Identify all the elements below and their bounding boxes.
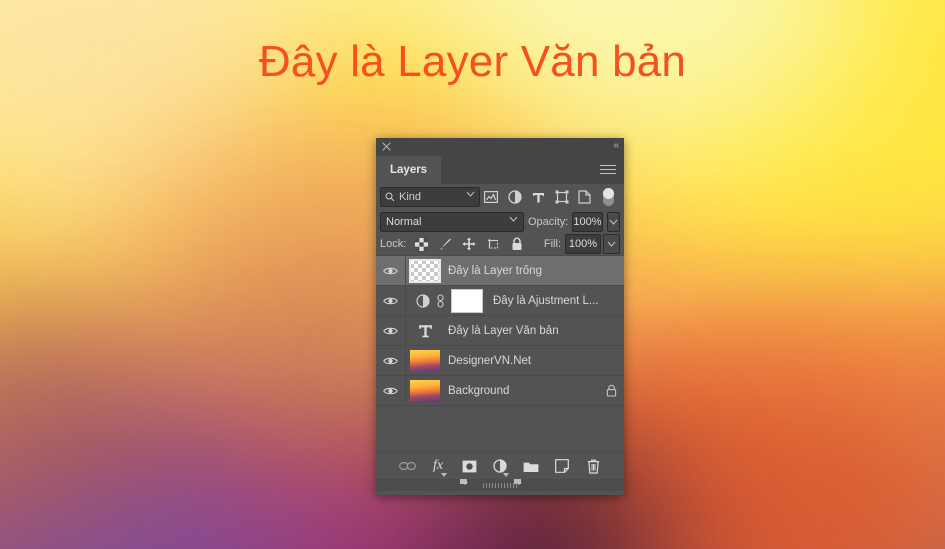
lock-transparent-pixels-icon[interactable] <box>410 234 432 254</box>
type-layer-T-icon <box>418 325 432 338</box>
table-row[interactable]: DesignerVN.Net <box>376 346 624 376</box>
lock-position-move-icon[interactable] <box>458 234 480 254</box>
fill-stepper[interactable] <box>603 234 620 254</box>
layer-name[interactable]: Background <box>444 385 598 397</box>
layer-visibility-eye-icon[interactable] <box>376 346 406 375</box>
layer-locked-padlock-icon <box>598 384 624 397</box>
chevron-down-icon <box>503 473 509 477</box>
layer-name[interactable]: DesignerVN.Net <box>444 355 598 367</box>
layer-thumbnail-wrap[interactable] <box>406 258 444 283</box>
layer-thumbnail-wrap[interactable] <box>406 349 444 372</box>
delete-layer-trash-icon[interactable] <box>584 456 602 476</box>
opacity-label: Opacity: <box>528 215 569 228</box>
chevron-down-icon <box>509 216 518 222</box>
layer-visibility-eye-icon[interactable] <box>376 376 406 405</box>
collapse-double-chevron-icon[interactable]: « <box>613 140 618 151</box>
layer-visibility-eye-icon[interactable] <box>376 286 406 315</box>
blend-mode-row: Normal Opacity: 100% <box>376 210 624 233</box>
lock-all-padlock-icon[interactable] <box>506 234 528 254</box>
close-icon[interactable] <box>381 141 392 152</box>
canvas-title-text: Đây là Layer Văn bản <box>258 37 687 86</box>
layer-style-fx-label: fx <box>432 458 444 473</box>
panel-bottom-toolbar: fx <box>376 452 624 479</box>
lock-label: Lock: <box>380 238 407 250</box>
chevron-down-icon <box>466 191 475 197</box>
layers-panel: « Layers Kind Normal Opacity: 100% Lock:… <box>376 138 624 495</box>
layer-name[interactable]: Đây là Layer trống <box>444 265 598 277</box>
link-layers-icon[interactable] <box>398 456 416 476</box>
new-group-folder-icon[interactable] <box>522 456 540 476</box>
adjustment-layer-icons <box>406 288 483 313</box>
filter-enable-toggle[interactable] <box>597 186 620 208</box>
table-row[interactable]: Background <box>376 376 624 406</box>
new-layer-icon[interactable] <box>553 456 571 476</box>
mask-link-chain-icon[interactable] <box>436 293 445 308</box>
filter-shape-layers-icon[interactable] <box>550 186 573 208</box>
filter-smart-object-icon[interactable] <box>573 186 596 208</box>
panel-tab-row: Layers <box>376 156 624 184</box>
opacity-stepper[interactable] <box>606 211 620 232</box>
fill-input[interactable]: 100% <box>565 234 601 254</box>
panel-resize-grip[interactable] <box>483 483 517 488</box>
layer-style-fx-icon[interactable]: fx <box>429 456 447 477</box>
table-row[interactable]: Đây là Ajustment L... <box>376 286 624 316</box>
magnifier-icon <box>385 192 395 202</box>
adjustment-halfcircle-icon[interactable] <box>416 293 430 308</box>
layer-mask-thumbnail[interactable] <box>451 288 483 313</box>
lock-artboard-nesting-icon[interactable] <box>482 234 504 254</box>
lock-row: Lock: Fill: 100% <box>376 233 624 255</box>
filter-type-layers-icon[interactable] <box>526 186 549 208</box>
layer-thumbnail-photo <box>410 349 440 372</box>
panel-footer <box>376 479 624 491</box>
filter-kind-select[interactable]: Kind <box>380 187 480 207</box>
layer-name[interactable]: Đây là Ajustment L... <box>483 295 598 307</box>
chevron-down-icon <box>441 473 447 477</box>
table-row[interactable]: Đây là Layer trống <box>376 256 624 286</box>
filter-adjustment-layers-icon[interactable] <box>503 186 526 208</box>
layer-visibility-eye-icon[interactable] <box>376 316 406 345</box>
chevron-down-icon <box>609 219 618 225</box>
panel-menu-hamburger-icon[interactable] <box>600 165 616 175</box>
panel-titlebar: « <box>376 138 624 156</box>
table-row[interactable]: Đây là Layer Văn bản <box>376 316 624 346</box>
layer-thumbnail-photo <box>410 379 440 402</box>
layer-thumbnail-checker <box>409 258 441 283</box>
new-adjustment-layer-icon[interactable] <box>491 456 509 477</box>
tab-stop-marker <box>460 479 468 485</box>
filter-pixel-layers-icon[interactable] <box>480 186 503 208</box>
opacity-value: 100% <box>573 215 602 228</box>
chevron-down-icon <box>607 241 616 247</box>
fill-label: Fill: <box>543 238 561 250</box>
filter-row: Kind <box>376 184 624 210</box>
lock-image-pixels-brush-icon[interactable] <box>434 234 456 254</box>
layer-list: Đây là Layer trống Đây là Ajustment L...… <box>376 255 624 452</box>
tab-layers[interactable]: Layers <box>376 156 442 184</box>
blend-mode-value: Normal <box>386 215 422 228</box>
layer-visibility-eye-icon[interactable] <box>376 256 406 285</box>
layer-thumbnail-wrap[interactable] <box>406 323 444 338</box>
fill-value: 100% <box>568 238 598 250</box>
filter-kind-label: Kind <box>399 191 422 203</box>
layer-thumbnail-wrap[interactable] <box>406 379 444 402</box>
add-layer-mask-icon[interactable] <box>460 456 478 476</box>
tab-layers-label: Layers <box>390 164 428 176</box>
layer-name[interactable]: Đây là Layer Văn bản <box>444 325 598 337</box>
opacity-input[interactable]: 100% <box>572 211 603 232</box>
blend-mode-select[interactable]: Normal <box>380 211 524 232</box>
